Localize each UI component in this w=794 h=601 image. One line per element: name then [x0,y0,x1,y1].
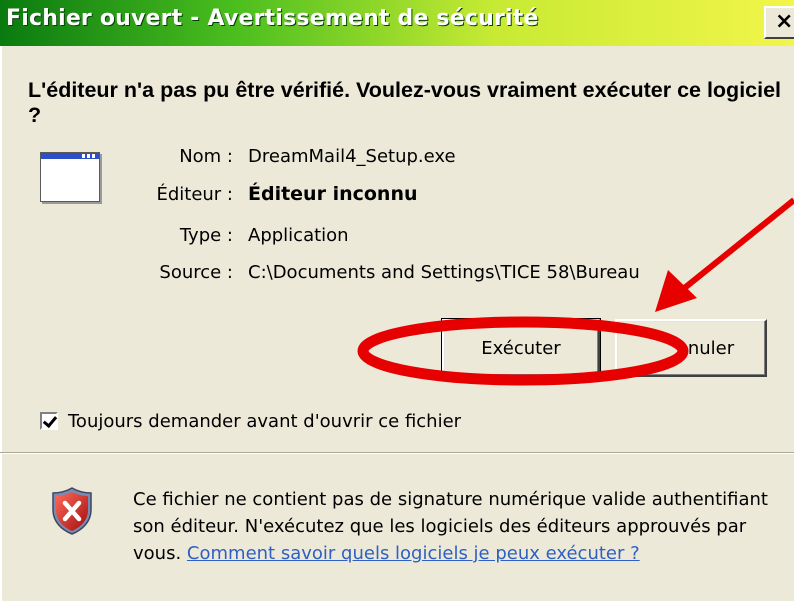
application-window-icon [40,152,100,202]
always-ask-label: Toujours demander avant d'ouvrir ce fich… [68,410,462,432]
dialog-question: L'éditeur n'a pas pu être vérifié. Voule… [28,78,782,127]
divider [0,452,794,454]
warning-message: Ce fichier ne contient pas de signature … [133,486,783,567]
run-button-label: Exécuter [481,337,561,359]
shield-warning-icon [52,487,92,535]
name-label: Nom : [179,146,233,167]
cancel-button[interactable]: nuler [615,319,767,377]
cancel-button-label: nuler [687,337,735,359]
run-button[interactable]: Exécuter [441,318,601,378]
source-value: C:\Documents and Settings\TICE 58\Bureau [248,262,640,283]
title-bar[interactable]: Fichier ouvert - Avertissement de sécuri… [0,0,794,46]
close-icon: × [775,9,794,34]
publisher-label: Éditeur : [156,184,233,205]
source-label: Source : [159,262,233,283]
close-button[interactable]: × [764,6,794,39]
publisher-value: Éditeur inconnu [248,183,418,205]
type-value: Application [248,225,349,246]
name-value: DreamMail4_Setup.exe [248,146,456,167]
window-title: Fichier ouvert - Avertissement de sécuri… [6,6,539,31]
always-ask-checkbox[interactable] [40,412,58,430]
always-ask-row[interactable]: Toujours demander avant d'ouvrir ce fich… [40,409,461,433]
help-link[interactable]: Comment savoir quels logiciels je peux e… [187,543,640,564]
type-label: Type : [179,225,233,246]
